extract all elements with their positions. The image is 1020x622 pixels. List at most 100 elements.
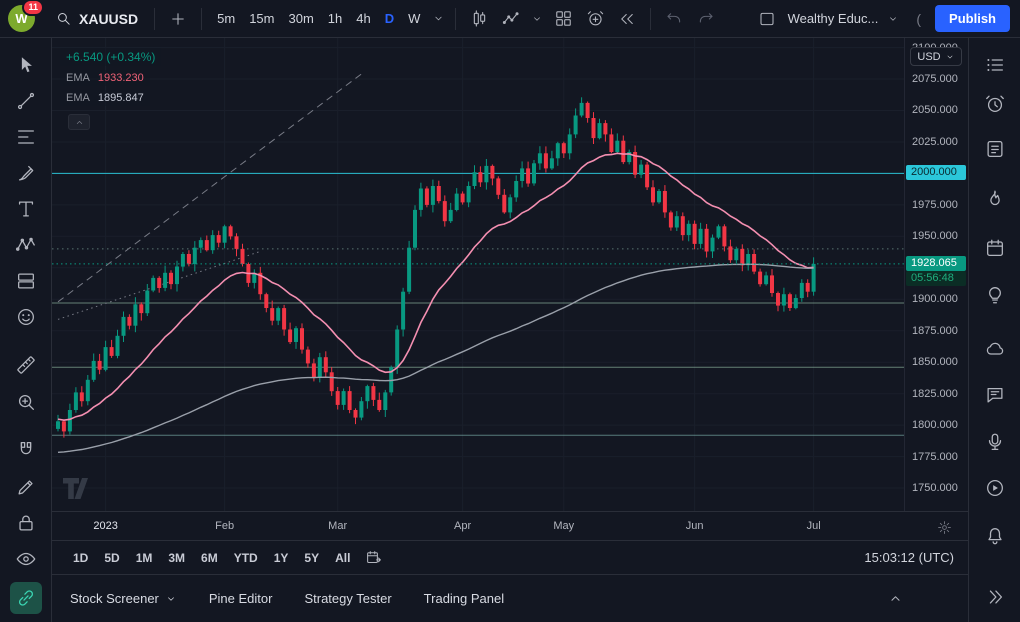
brush-tool-icon[interactable]: [15, 162, 37, 184]
user-avatar[interactable]: W 11: [8, 5, 35, 32]
notes-icon[interactable]: [984, 138, 1006, 160]
zoom-tool-icon[interactable]: [15, 391, 37, 413]
timeframe-d[interactable]: D: [378, 6, 401, 31]
position-tool-icon[interactable]: [15, 270, 37, 292]
indicators-menu-button[interactable]: [528, 5, 546, 33]
ideas-icon[interactable]: [984, 284, 1006, 306]
range-5d[interactable]: 5D: [97, 547, 126, 569]
fib-retracement-tool-icon[interactable]: [15, 126, 37, 148]
bar-replay-button[interactable]: [612, 5, 642, 33]
measure-tool-icon[interactable]: [15, 354, 37, 376]
panel-maximize-button[interactable]: [920, 585, 950, 613]
indicators-icon: [502, 9, 521, 28]
bottom-panel: Stock Screener Pine Editor Strategy Tester…: [52, 574, 968, 622]
chart-style-button[interactable]: [464, 5, 494, 33]
tab-stock-screener[interactable]: Stock Screener: [70, 591, 177, 606]
timeframe-5m[interactable]: 5m: [210, 6, 242, 31]
clipped-element: (: [916, 11, 921, 27]
range-3m[interactable]: 3M: [161, 547, 192, 569]
drawing-mode-tool-icon[interactable]: [15, 476, 37, 498]
redo-icon: [697, 10, 715, 28]
price-tick: 1900.000: [912, 293, 958, 305]
time-label-jun: Jun: [686, 520, 704, 532]
layout-grid-button[interactable]: [548, 5, 578, 33]
notifications-icon[interactable]: [984, 524, 1006, 546]
layout-name-button[interactable]: Wealthy Educ...: [786, 6, 881, 31]
bottom-tabs: Stock Screener Pine Editor Strategy Tester…: [70, 591, 504, 606]
redo-button[interactable]: [691, 5, 721, 33]
panel-collapse-button[interactable]: [880, 585, 910, 613]
ema-legend-row-2[interactable]: EMA 1895.847: [60, 90, 150, 106]
public-chat-icon[interactable]: [984, 431, 1006, 453]
cursor-tool-icon[interactable]: [15, 54, 37, 76]
notification-badge: 11: [22, 0, 44, 16]
chart-legend: +6.540 (+0.34%) EMA 1933.230 EMA 1895.84…: [60, 48, 161, 130]
save-layout-button[interactable]: [752, 5, 782, 33]
candlestick-chart[interactable]: [52, 38, 904, 511]
timeframe-1h[interactable]: 1h: [321, 6, 349, 31]
time-axis[interactable]: 2023FebMarAprMayJunJul: [52, 511, 968, 540]
text-tool-icon[interactable]: [15, 198, 37, 220]
ema-legend-row-1[interactable]: EMA 1933.230: [60, 70, 150, 86]
alert-clock-icon: [586, 9, 605, 28]
time-label-2023: 2023: [93, 520, 117, 532]
indicators-button[interactable]: [496, 5, 526, 33]
layout-name-label: Wealthy Educ...: [788, 11, 879, 26]
more-panels-icon[interactable]: [984, 586, 1006, 608]
hotlists-icon[interactable]: [984, 188, 1006, 210]
right-sidebar: [968, 38, 1020, 622]
link-tool-icon[interactable]: [10, 582, 42, 614]
price-tick: 1875.000: [912, 325, 958, 337]
lock-drawings-tool-icon[interactable]: [15, 512, 37, 534]
range-all[interactable]: All: [328, 547, 357, 569]
currency-label: USD: [917, 51, 940, 63]
timeframe-menu-button[interactable]: [429, 5, 447, 33]
chat-icon[interactable]: [984, 384, 1006, 406]
range-ytd[interactable]: YTD: [227, 547, 265, 569]
tab-strategy-tester[interactable]: Strategy Tester: [304, 591, 391, 606]
minds-icon[interactable]: [984, 338, 1006, 360]
range-1y[interactable]: 1Y: [267, 547, 296, 569]
symbol-search-button[interactable]: XAUUSD: [47, 6, 146, 31]
chart-settings-button[interactable]: [932, 515, 956, 539]
top-toolbar: W 11 XAUUSD 5m15m30m1h4hDW Wealthy Educ.…: [0, 0, 1020, 38]
tab-trading-panel[interactable]: Trading Panel: [424, 591, 504, 606]
hide-drawings-tool-icon[interactable]: [15, 548, 37, 570]
trendline-tool-icon[interactable]: [15, 90, 37, 112]
chevron-down-icon: [165, 593, 177, 605]
emoji-tool-icon[interactable]: [15, 306, 37, 328]
price-axis[interactable]: 2100.0002075.0002050.0002025.0001975.000…: [904, 38, 966, 511]
legend-collapse-button[interactable]: [68, 114, 90, 130]
divider: [455, 8, 456, 30]
price-tick: 1800.000: [912, 419, 958, 431]
timeframe-w[interactable]: W: [401, 6, 427, 31]
timeframe-15m[interactable]: 15m: [242, 6, 281, 31]
chevron-down-icon: [531, 13, 543, 25]
range-1d[interactable]: 1D: [66, 547, 95, 569]
chart-plot[interactable]: +6.540 (+0.34%) EMA 1933.230 EMA 1895.84…: [52, 38, 904, 511]
watchlist-icon[interactable]: [984, 54, 1006, 76]
currency-selector[interactable]: USD: [910, 47, 962, 66]
replay-icon: [618, 10, 636, 28]
chevron-down-icon: [432, 12, 445, 25]
drawing-toolbar: [0, 38, 52, 622]
plus-icon: [169, 10, 187, 28]
timeframe-30m[interactable]: 30m: [281, 6, 320, 31]
timeframe-4h[interactable]: 4h: [349, 6, 377, 31]
layout-menu-button[interactable]: [884, 5, 902, 33]
range-1m[interactable]: 1M: [129, 547, 160, 569]
alerts-icon[interactable]: [984, 93, 1006, 115]
calendar-icon[interactable]: [984, 237, 1006, 259]
magnet-tool-icon[interactable]: [15, 439, 37, 461]
goto-date-button[interactable]: [359, 544, 389, 572]
range-6m[interactable]: 6M: [194, 547, 225, 569]
range-5y[interactable]: 5Y: [297, 547, 326, 569]
clock-label[interactable]: 15:03:12 (UTC): [864, 550, 954, 565]
tab-pine-editor[interactable]: Pine Editor: [209, 591, 273, 606]
streams-icon[interactable]: [984, 477, 1006, 499]
publish-button[interactable]: Publish: [935, 5, 1010, 32]
create-alert-button[interactable]: [580, 5, 610, 33]
pattern-tool-icon[interactable]: [15, 234, 37, 256]
compare-add-button[interactable]: [163, 5, 193, 33]
undo-button[interactable]: [659, 5, 689, 33]
